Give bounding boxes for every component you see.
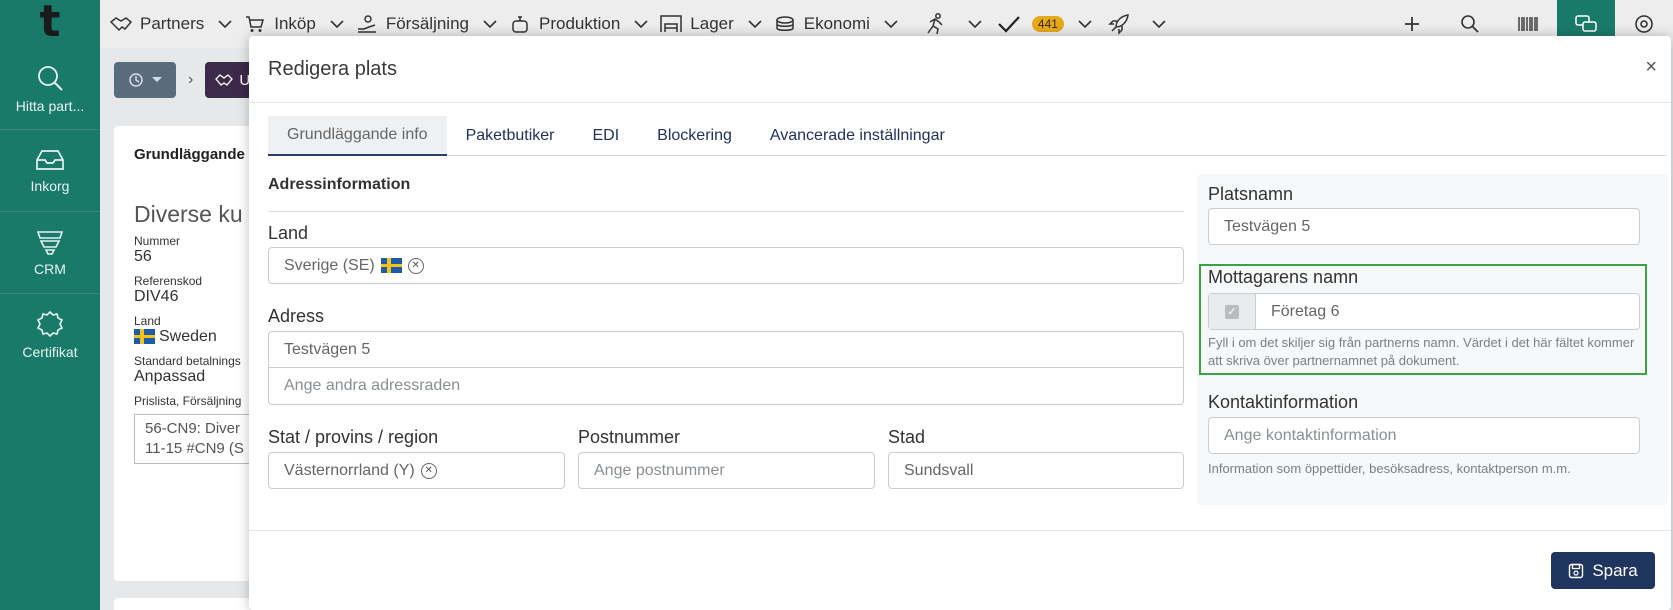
address-line2-input[interactable]: Ange andra adressraden <box>268 368 1184 405</box>
nav-partners[interactable]: Partners <box>100 0 234 48</box>
coins-icon <box>774 13 796 35</box>
hand-coin-icon <box>356 13 378 35</box>
modal-tabs: Grundläggande info Paketbutiker EDI Bloc… <box>268 116 1666 156</box>
funnel-icon <box>36 230 64 255</box>
sweden-flag-icon <box>380 258 402 273</box>
contact-input[interactable]: Ange kontaktinformation <box>1208 417 1640 454</box>
save-label: Spara <box>1592 560 1638 580</box>
state-select[interactable]: Västernorrland (Y) ✕ <box>268 452 565 489</box>
chevron-down-icon[interactable] <box>1150 15 1168 33</box>
recipient-help: Fyll i om det skiljer sig från partnerns… <box>1208 335 1635 368</box>
chevron-down-icon[interactable] <box>746 15 764 33</box>
footer-divider <box>249 530 1671 531</box>
tab-basic-info[interactable]: Grundläggande info <box>268 116 447 156</box>
country-label: Land <box>268 223 309 243</box>
chevron-down-icon[interactable] <box>328 15 346 33</box>
edit-location-modal: Redigera plats × Grundläggande info Pake… <box>249 36 1671 610</box>
chevron-down-icon[interactable] <box>882 15 900 33</box>
contact-help: Information som öppettider, besöksadress… <box>1208 461 1571 476</box>
caret-down-icon <box>152 77 162 82</box>
recipient-input[interactable]: Företag 6 <box>1256 294 1339 329</box>
address-section-title: Adressinformation <box>268 176 411 193</box>
runner-icon <box>924 13 946 35</box>
sidebar-item-certificates[interactable]: Certifikat <box>0 294 100 376</box>
chevron-down-icon[interactable] <box>481 15 499 33</box>
tab-edi[interactable]: EDI <box>574 116 639 156</box>
tab-blocking[interactable]: Blockering <box>638 116 751 156</box>
city-input[interactable]: Sundsvall <box>888 452 1184 489</box>
place-name-input[interactable]: Testvägen 5 <box>1208 208 1640 245</box>
history-icon <box>129 73 143 87</box>
check-icon <box>998 13 1020 35</box>
sidebar: Hitta part... Inkorg CRM Certifikat <box>0 48 100 610</box>
sidebar-item-label: Inkorg <box>30 177 70 194</box>
history-button[interactable] <box>114 62 176 98</box>
clear-icon[interactable]: ✕ <box>420 462 437 479</box>
save-icon <box>1569 563 1584 578</box>
recipient-checkbox[interactable]: ✓ <box>1209 294 1256 329</box>
chevron-down-icon[interactable] <box>216 15 234 33</box>
sidebar-item-find-partner[interactable]: Hitta part... <box>0 48 100 130</box>
divider <box>268 211 1184 212</box>
app-logo[interactable]: t <box>0 0 100 48</box>
sweden-flag-icon <box>134 329 155 345</box>
breadcrumb-separator-icon: › <box>188 71 194 88</box>
sidebar-item-label: Certifikat <box>22 344 78 360</box>
state-value: Västernorrland (Y) <box>284 461 415 479</box>
city-label: Stad <box>888 427 926 447</box>
chevron-down-icon[interactable] <box>632 15 650 33</box>
place-name-label: Platsnamn <box>1208 184 1294 204</box>
search-icon <box>38 65 63 91</box>
chevron-down-icon[interactable] <box>1076 15 1094 33</box>
check-icon: ✓ <box>1225 304 1239 319</box>
postal-label: Postnummer <box>578 427 681 447</box>
recipient-label: Mottagarens namn <box>1208 267 1359 287</box>
pot-icon <box>509 13 531 35</box>
sidebar-item-crm[interactable]: CRM <box>0 212 100 294</box>
tab-parcel-shops[interactable]: Paketbutiker <box>447 116 574 156</box>
nav-inkop-label: Inköp <box>274 14 316 33</box>
postal-input[interactable]: Ange postnummer <box>578 452 875 489</box>
nav-partners-label: Partners <box>140 14 205 33</box>
nav-lager-label: Lager <box>690 14 734 33</box>
handshake-icon <box>110 13 132 35</box>
sidebar-item-label: Hitta part... <box>15 97 85 114</box>
inbox-icon <box>36 149 64 170</box>
sidebar-item-inbox[interactable]: Inkorg <box>0 130 100 212</box>
nav-forsaljning-label: Försäljning <box>385 14 469 33</box>
modal-header: Redigera plats × <box>249 36 1671 103</box>
modal-title: Redigera plats <box>268 57 397 80</box>
warehouse-icon <box>660 13 683 35</box>
tab-advanced-settings[interactable]: Avancerade inställningar <box>751 116 964 156</box>
chevron-down-icon[interactable] <box>966 15 984 33</box>
cart-icon <box>244 13 266 35</box>
close-icon[interactable]: × <box>1645 56 1657 79</box>
nav-ekonomi-label: Ekonomi <box>803 14 870 33</box>
recipient-field: ✓ Företag 6 <box>1208 293 1640 330</box>
address-label: Adress <box>268 306 325 326</box>
tasks-count-badge: 441 <box>1031 16 1064 32</box>
handshake-icon <box>215 74 234 86</box>
country-value: Sverige (SE) <box>284 256 375 274</box>
rocket-icon <box>1108 13 1130 35</box>
clear-icon[interactable]: ✕ <box>407 257 424 274</box>
badge-icon <box>36 310 64 338</box>
nav-produktion-label: Produktion <box>539 14 621 33</box>
country-select[interactable]: Sverige (SE) ✕ <box>268 247 1184 284</box>
sidebar-item-label: CRM <box>34 260 66 277</box>
save-button[interactable]: Spara <box>1551 552 1655 589</box>
address-line1-input[interactable]: Testvägen 5 <box>268 331 1184 368</box>
state-label: Stat / provins / region <box>268 427 439 447</box>
contact-label: Kontaktinformation <box>1208 392 1359 412</box>
